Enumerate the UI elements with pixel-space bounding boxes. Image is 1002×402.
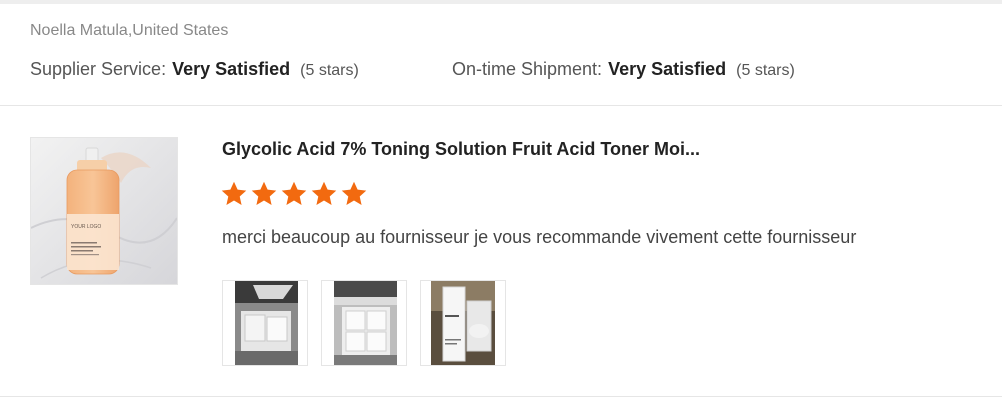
review-card: Noella Matula,United States Supplier Ser… [0, 0, 1002, 402]
review-photo-2[interactable] [321, 280, 407, 366]
on-time-shipment-rating: On-time Shipment: Very Satisfied (5 stars) [452, 59, 795, 80]
svg-text:YOUR LOGO: YOUR LOGO [71, 224, 101, 230]
rating-label: Supplier Service: [30, 59, 167, 79]
product-boxes-photo [421, 281, 505, 365]
open-box-photo [322, 281, 406, 365]
product-bottle-image: YOUR LOGO [31, 138, 177, 284]
boxes-photo [223, 281, 307, 365]
review-photo-1[interactable] [222, 280, 308, 366]
product-image[interactable]: YOUR LOGO [30, 137, 178, 285]
rating-value: Very Satisfied [608, 59, 727, 79]
bottom-divider [0, 396, 1002, 397]
rating-stars-text: (5 stars) [736, 62, 795, 79]
rating-label: On-time Shipment: [452, 59, 603, 79]
star-icon [311, 181, 337, 205]
reviewer-name-location: Noella Matula,United States [30, 22, 229, 39]
star-icon [251, 181, 277, 205]
review-photo-3[interactable] [420, 280, 506, 366]
supplier-service-rating: Supplier Service: Very Satisfied (5 stars) [30, 59, 359, 80]
product-title[interactable]: Glycolic Acid 7% Toning Solution Fruit A… [222, 139, 700, 160]
review-text: merci beaucoup au fournisseur je vous re… [222, 227, 857, 247]
review-star-rating [220, 179, 368, 211]
top-separator [0, 0, 1002, 4]
rating-value: Very Satisfied [172, 59, 291, 79]
star-icon [221, 181, 247, 205]
rating-stars-text: (5 stars) [300, 62, 359, 79]
section-divider [0, 105, 1002, 106]
star-icon [281, 181, 307, 205]
star-icon [341, 181, 367, 205]
